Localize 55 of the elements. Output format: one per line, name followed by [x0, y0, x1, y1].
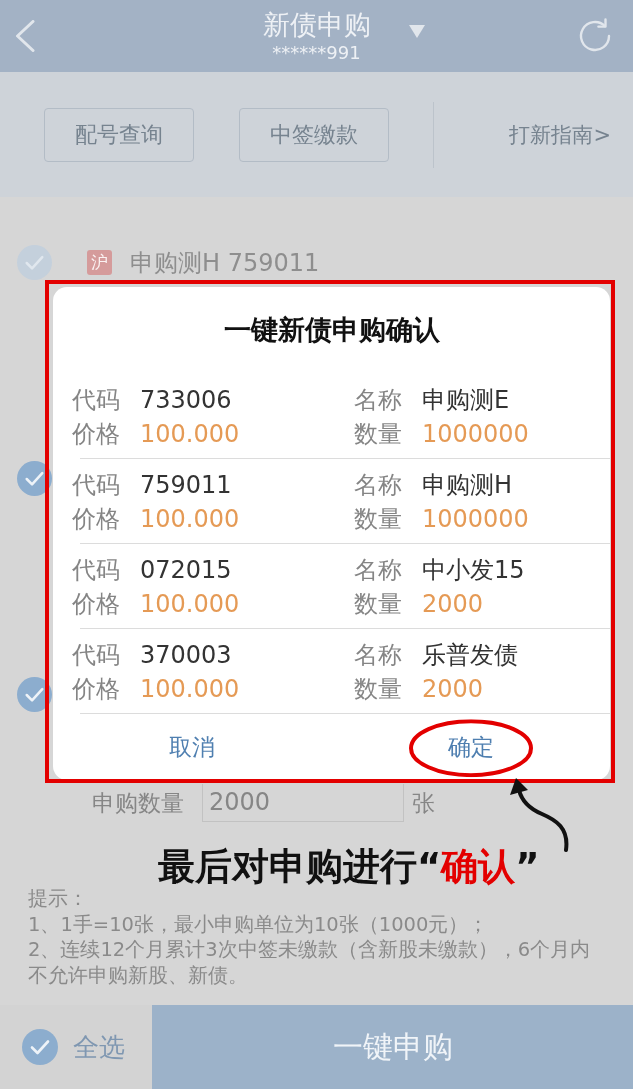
dropdown-icon[interactable] [408, 24, 425, 38]
quantity-label: 申购数量 [92, 788, 185, 818]
price-value: 100.000 [140, 675, 240, 703]
dialog-title: 一键新债申购确认 [222, 313, 441, 347]
field-label: 代码 [72, 555, 120, 586]
price-value: 100.000 [140, 505, 240, 533]
field-label: 数量 [354, 504, 402, 535]
notice-line: 2、连续12个月累计3次中签未缴款（含新股未缴款），6个月内不允许申购新股、新债。 [28, 937, 592, 988]
name-value: 乐普发债 [422, 640, 518, 671]
quantity-value: 1000000 [422, 420, 529, 448]
field-label: 数量 [354, 419, 402, 450]
quantity-value: 2000 [422, 590, 484, 618]
field-label: 名称 [354, 385, 402, 416]
market-badge: 沪 [87, 250, 112, 275]
field-label: 名称 [354, 555, 402, 586]
quantity-field[interactable]: 2000 [202, 784, 404, 822]
code-value: 733006 [140, 386, 232, 414]
page-title: 新债申购 [262, 8, 371, 42]
field-label: 代码 [72, 385, 120, 416]
back-icon[interactable] [15, 20, 35, 52]
field-label: 价格 [72, 419, 120, 450]
submit-button[interactable]: 一键申购 [152, 1005, 633, 1089]
field-label: 名称 [354, 640, 402, 671]
field-label: 价格 [72, 674, 120, 705]
bond-name: 申购测H 759011 [130, 247, 320, 279]
dialog-button[interactable]: 取消 [161, 727, 224, 767]
name-value: 申购测E [422, 385, 510, 416]
field-label: 数量 [354, 674, 402, 705]
checkbox[interactable] [17, 677, 52, 712]
field-label: 代码 [72, 640, 120, 671]
select-all-label[interactable]: 全选 [73, 1029, 125, 1065]
toolbar-button[interactable]: 中签缴款 [239, 107, 389, 162]
account-number: ******991 [272, 41, 361, 65]
field-label: 价格 [72, 504, 120, 535]
field-label: 名称 [354, 470, 402, 501]
name-value: 中小发15 [422, 555, 525, 586]
unit-label: 张 [412, 788, 435, 818]
price-value: 100.000 [140, 590, 240, 618]
field-label: 数量 [354, 589, 402, 620]
price-value: 100.000 [140, 420, 240, 448]
annotation-text: 最后对申购进行“确认” [158, 844, 540, 890]
checkbox[interactable] [22, 1029, 58, 1065]
quantity-value: 1000000 [422, 505, 529, 533]
code-value: 370003 [140, 641, 232, 669]
code-value: 072015 [140, 556, 232, 584]
notice-line: 1、1手=10张，最小申购单位为10张（1000元）； [28, 911, 490, 937]
checkbox[interactable] [17, 461, 52, 496]
quantity-value: 2000 [422, 675, 484, 703]
guide-link[interactable]: 打新指南> [509, 120, 611, 149]
code-value: 759011 [140, 471, 232, 499]
name-value: 申购测H [422, 470, 513, 501]
toolbar-button[interactable]: 配号查询 [44, 107, 194, 162]
field-label: 代码 [72, 470, 120, 501]
field-label: 价格 [72, 589, 120, 620]
notice-title: 提示： [28, 886, 89, 912]
